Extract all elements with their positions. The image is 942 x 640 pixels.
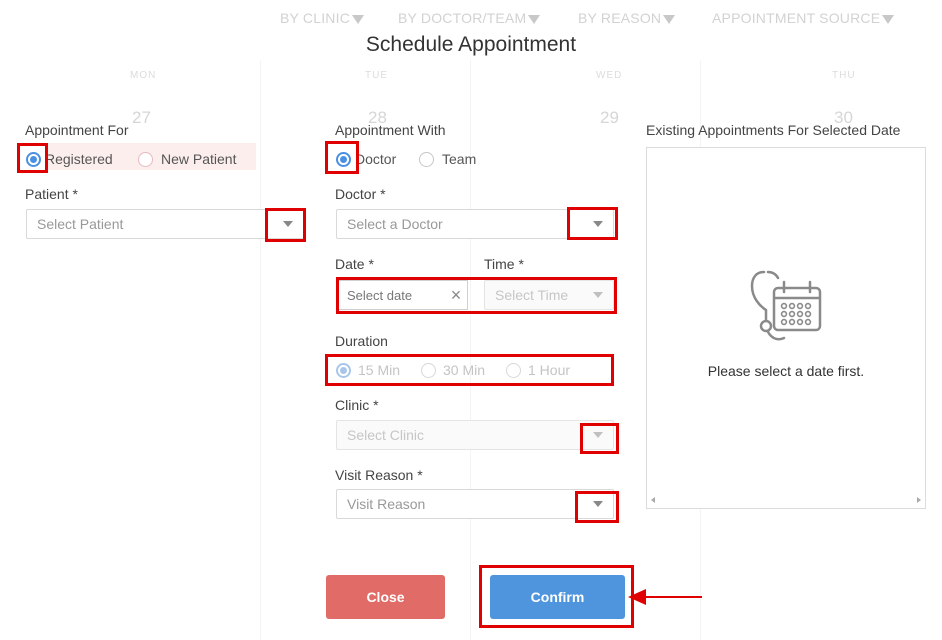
filter-icon bbox=[352, 14, 365, 24]
stethoscope-calendar-icon bbox=[750, 270, 822, 341]
chevron-down-icon[interactable] bbox=[583, 490, 613, 518]
filter-icon bbox=[528, 14, 541, 24]
visit-reason-select-placeholder: Visit Reason bbox=[347, 496, 426, 512]
doctor-select[interactable]: Select a Doctor bbox=[336, 209, 614, 239]
doctor-select-placeholder: Select a Doctor bbox=[347, 216, 443, 232]
calendar-day: THU bbox=[832, 70, 856, 81]
clear-icon[interactable]: × bbox=[445, 285, 467, 306]
chevron-down-icon[interactable] bbox=[273, 210, 303, 238]
radio-duration-15-label: 15 Min bbox=[358, 362, 401, 378]
radio-checked-icon[interactable] bbox=[26, 151, 41, 167]
doctor-label: Doctor * bbox=[335, 186, 386, 202]
duration-label: Duration bbox=[335, 333, 388, 349]
filter-icon bbox=[882, 14, 895, 24]
visit-reason-select[interactable]: Visit Reason bbox=[336, 489, 614, 519]
calendar-date: 29 bbox=[600, 108, 619, 127]
scroll-right-icon[interactable] bbox=[917, 497, 921, 503]
calendar-divider bbox=[260, 60, 261, 640]
filter-by-clinic: BY CLINIC bbox=[280, 10, 365, 26]
radio-new-patient[interactable]: New Patient bbox=[138, 151, 236, 167]
chevron-down-icon[interactable] bbox=[583, 421, 613, 449]
radio-doctor[interactable]: Doctor bbox=[336, 151, 396, 167]
time-select-placeholder: Select Time bbox=[495, 287, 569, 303]
radio-registered-label: Registered bbox=[45, 151, 113, 167]
clinic-select[interactable]: Select Clinic bbox=[336, 420, 614, 450]
existing-appointments-label: Existing Appointments For Selected Date bbox=[646, 122, 901, 138]
clinic-label: Clinic * bbox=[335, 397, 379, 413]
chevron-down-icon[interactable] bbox=[583, 281, 613, 309]
calendar-day: MON bbox=[130, 70, 157, 81]
filter-label: BY DOCTOR/TEAM bbox=[398, 10, 527, 26]
filter-by-doctor-team: BY DOCTOR/TEAM bbox=[398, 10, 541, 26]
empty-state: Please select a date first. bbox=[647, 266, 925, 379]
calendar-day: WED bbox=[596, 70, 623, 81]
filter-icon bbox=[663, 14, 676, 24]
date-input-placeholder: Select date bbox=[347, 287, 413, 303]
filter-label: APPOINTMENT SOURCE bbox=[712, 10, 881, 26]
calendar-day: TUE bbox=[365, 70, 388, 81]
radio-duration-60-label: 1 Hour bbox=[528, 362, 571, 378]
time-label: Time * bbox=[484, 256, 524, 272]
radio-registered[interactable]: Registered bbox=[26, 151, 113, 167]
arrow-left-icon bbox=[628, 589, 702, 605]
radio-new-patient-label: New Patient bbox=[161, 151, 237, 167]
chevron-down-icon[interactable] bbox=[583, 210, 613, 238]
existing-appointments-panel: Please select a date first. bbox=[646, 147, 926, 509]
radio-duration-60[interactable]: 1 Hour bbox=[506, 362, 570, 378]
radio-unchecked-icon[interactable] bbox=[506, 362, 521, 378]
radio-doctor-label: Doctor bbox=[355, 151, 397, 167]
filter-appointment-source: APPOINTMENT SOURCE bbox=[712, 10, 895, 26]
confirm-button[interactable]: Confirm bbox=[490, 575, 625, 619]
modal-title: Schedule Appointment bbox=[365, 33, 577, 56]
patient-select[interactable]: Select Patient bbox=[26, 209, 304, 239]
clinic-select-placeholder: Select Clinic bbox=[347, 427, 425, 443]
radio-unchecked-icon[interactable] bbox=[138, 151, 153, 167]
appointment-with-label: Appointment With bbox=[335, 122, 446, 138]
filter-by-reason: BY REASON bbox=[578, 10, 676, 26]
patient-label: Patient * bbox=[25, 186, 78, 202]
time-select[interactable]: Select Time bbox=[484, 280, 614, 310]
radio-unchecked-icon[interactable] bbox=[419, 151, 434, 167]
close-button[interactable]: Close bbox=[326, 575, 445, 619]
radio-checked-icon[interactable] bbox=[336, 362, 351, 378]
radio-team[interactable]: Team bbox=[419, 151, 476, 167]
radio-duration-15[interactable]: 15 Min bbox=[336, 362, 400, 378]
date-label: Date * bbox=[335, 256, 374, 272]
radio-team-label: Team bbox=[442, 151, 477, 167]
radio-checked-icon[interactable] bbox=[336, 151, 351, 167]
empty-state-message: Please select a date first. bbox=[707, 363, 865, 379]
calendar-date: 27 bbox=[132, 108, 151, 127]
radio-duration-30[interactable]: 30 Min bbox=[421, 362, 485, 378]
scroll-left-icon[interactable] bbox=[651, 497, 655, 503]
radio-unchecked-icon[interactable] bbox=[421, 362, 436, 378]
patient-select-placeholder: Select Patient bbox=[37, 216, 124, 232]
filter-label: BY REASON bbox=[578, 10, 662, 26]
calendar-divider bbox=[470, 60, 471, 640]
appointment-for-label: Appointment For bbox=[25, 122, 129, 138]
filter-label: BY CLINIC bbox=[280, 10, 351, 26]
visit-reason-label: Visit Reason * bbox=[335, 467, 423, 483]
radio-duration-30-label: 30 Min bbox=[443, 362, 486, 378]
date-picker-input[interactable]: Select date × bbox=[336, 280, 468, 310]
